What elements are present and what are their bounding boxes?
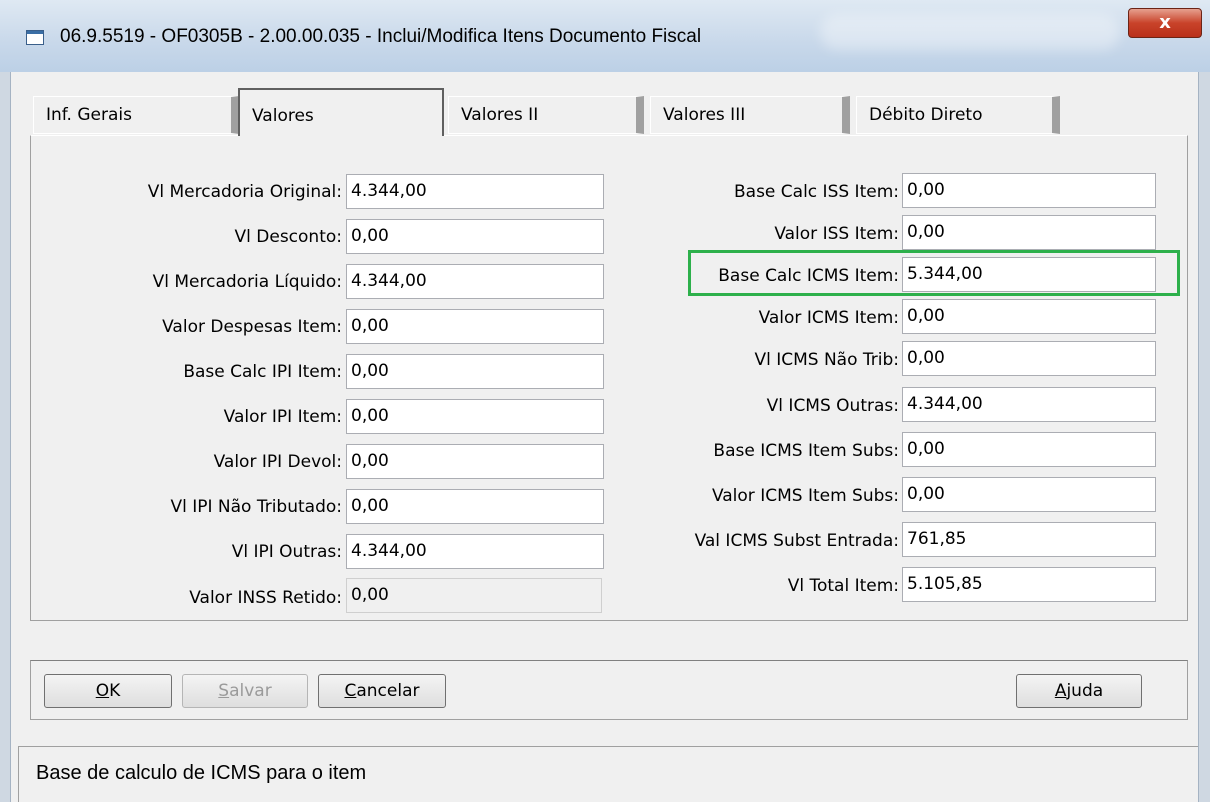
cancelar-label: ancelar	[356, 681, 420, 701]
tab-debito-direto[interactable]: Débito Direto	[856, 96, 1060, 134]
ajuda-label: juda	[1066, 681, 1104, 701]
field-label: Vl Mercadoria Líquido:	[152, 272, 342, 292]
tab-valores-iii[interactable]: Valores III	[650, 96, 850, 134]
base-calc-icms-item-field[interactable]: 5.344,00	[902, 257, 1156, 292]
tab-valores[interactable]: Valores	[238, 88, 444, 136]
field-label: Base Calc ICMS Item:	[718, 266, 899, 286]
field-label: Base ICMS Item Subs:	[713, 441, 899, 461]
salvar-button: Salvar	[182, 674, 308, 708]
tab-label: Valores III	[663, 105, 746, 125]
valor-iss-item-field[interactable]: 0,00	[902, 215, 1156, 250]
field-label: Vl Mercadoria Original:	[147, 182, 342, 202]
tab-label: Valores	[252, 106, 314, 126]
valor-inss-retido-field: 0,00	[346, 578, 602, 613]
title-bar-glow	[820, 14, 1120, 50]
vl-icms-nao-trib-field[interactable]: 0,00	[902, 341, 1156, 376]
title-bar: 06.9.5519 - OF0305B - 2.00.00.035 - Incl…	[0, 0, 1210, 73]
tab-label: Valores II	[461, 105, 539, 125]
window-left-border	[0, 72, 11, 802]
vl-mercadoria-liquido-field[interactable]: 4.344,00	[346, 264, 604, 299]
vl-ipi-outras-field[interactable]: 4.344,00	[346, 534, 604, 569]
field-label: Valor IPI Item:	[223, 407, 342, 427]
base-calc-iss-item-field[interactable]: 0,00	[902, 173, 1156, 208]
close-icon[interactable]: x	[1128, 8, 1202, 38]
app-window-icon	[26, 30, 44, 45]
vl-desconto-field[interactable]: 0,00	[346, 219, 604, 254]
valor-ipi-devol-field[interactable]: 0,00	[346, 444, 604, 479]
window-right-border	[1198, 72, 1210, 802]
field-label: Base Calc ISS Item:	[734, 182, 899, 202]
field-label: Vl ICMS Outras:	[766, 396, 899, 416]
vl-ipi-nao-tributado-field[interactable]: 0,00	[346, 489, 604, 524]
val-icms-subst-entrada-field[interactable]: 761,85	[902, 522, 1156, 557]
ajuda-mnemonic: A	[1054, 681, 1067, 701]
salvar-mnemonic: S	[218, 681, 230, 701]
salvar-label: alvar	[229, 681, 272, 701]
ok-button[interactable]: OK	[44, 674, 172, 708]
field-label: Base Calc IPI Item:	[183, 362, 342, 382]
valor-icms-item-field[interactable]: 0,00	[902, 299, 1156, 334]
cancelar-button[interactable]: Cancelar	[318, 674, 446, 708]
vl-total-item-field[interactable]: 5.105,85	[902, 567, 1156, 602]
field-label: Valor Despesas Item:	[162, 317, 342, 337]
base-calc-ipi-item-field[interactable]: 0,00	[346, 354, 604, 389]
valor-despesas-item-field[interactable]: 0,00	[346, 309, 604, 344]
field-label: Valor ICMS Item Subs:	[711, 486, 899, 506]
tab-label: Inf. Gerais	[46, 105, 132, 125]
vl-icms-outras-field[interactable]: 4.344,00	[902, 387, 1156, 422]
field-label: Valor ICMS Item:	[758, 308, 899, 328]
status-bar-text: Base de calculo de ICMS para o item	[36, 762, 367, 784]
ajuda-button[interactable]: Ajuda	[1016, 674, 1142, 708]
status-separator	[18, 730, 1198, 744]
valor-ipi-item-field[interactable]: 0,00	[346, 399, 604, 434]
field-label: Valor ISS Item:	[774, 224, 899, 244]
vl-mercadoria-original-field[interactable]: 4.344,00	[346, 174, 604, 209]
ok-mnemonic: O	[95, 681, 110, 701]
field-label: Valor INSS Retido:	[189, 588, 342, 608]
field-label: Vl IPI Não Tributado:	[170, 497, 342, 517]
ok-label: K	[109, 681, 121, 701]
base-icms-item-subs-field[interactable]: 0,00	[902, 432, 1156, 467]
tab-label: Débito Direto	[869, 105, 983, 125]
valor-icms-item-subs-field[interactable]: 0,00	[902, 477, 1156, 512]
field-label: Vl Total Item:	[787, 576, 899, 596]
tab-valores-ii[interactable]: Valores II	[448, 96, 644, 134]
field-label: Val ICMS Subst Entrada:	[694, 531, 899, 551]
field-label: Valor IPI Devol:	[213, 452, 342, 472]
field-label: Vl ICMS Não Trib:	[754, 350, 899, 370]
tab-inf-gerais[interactable]: Inf. Gerais	[33, 96, 239, 134]
field-label: Vl IPI Outras:	[231, 542, 342, 562]
field-label: Vl Desconto:	[234, 227, 342, 247]
cancelar-mnemonic: C	[344, 681, 357, 701]
window-title: 06.9.5519 - OF0305B - 2.00.00.035 - Incl…	[60, 26, 702, 47]
